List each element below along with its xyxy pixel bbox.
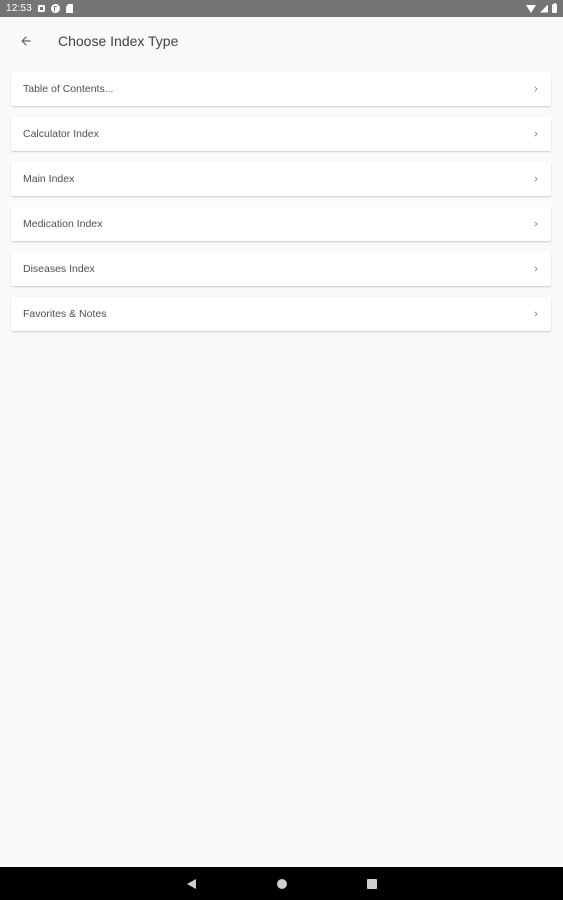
nav-home-icon <box>276 878 287 889</box>
wifi-icon <box>526 5 536 13</box>
nav-recents-icon <box>366 878 377 889</box>
list-item-label: Table of Contents... <box>23 83 114 95</box>
list-item-label: Favorites & Notes <box>23 308 107 320</box>
status-bar: 12:53 <box>0 0 563 17</box>
list-item-favorites-notes[interactable]: Favorites & Notes <box>11 297 551 331</box>
chevron-right-icon <box>531 309 541 319</box>
nav-home-button[interactable] <box>262 867 302 900</box>
chevron-right-icon <box>531 129 541 139</box>
list-item-main-index[interactable]: Main Index <box>11 162 551 196</box>
notification-square-icon <box>38 5 46 12</box>
nav-back-icon <box>187 878 196 889</box>
nav-recents-button[interactable] <box>352 867 392 900</box>
list-item-label: Medication Index <box>23 218 103 230</box>
list-item-label: Calculator Index <box>23 128 99 140</box>
status-time: 12:53 <box>6 3 33 14</box>
back-button[interactable] <box>2 17 50 65</box>
navigation-bar <box>0 867 563 900</box>
list-item-label: Diseases Index <box>23 263 95 275</box>
chevron-right-icon <box>531 174 541 184</box>
app-bar: Choose Index Type <box>0 17 563 65</box>
battery-icon <box>552 2 557 13</box>
list-item-label: Main Index <box>23 173 75 185</box>
signal-icon <box>540 4 548 13</box>
sd-card-icon <box>66 4 74 13</box>
chevron-right-icon <box>531 264 541 274</box>
list-item-table-of-contents[interactable]: Table of Contents... <box>11 72 551 106</box>
notification-circle-icon <box>51 4 61 13</box>
chevron-right-icon <box>531 219 541 229</box>
list-item-diseases-index[interactable]: Diseases Index <box>11 252 551 286</box>
list-item-medication-index[interactable]: Medication Index <box>11 207 551 241</box>
index-type-list: Table of Contents... Calculator Index Ma… <box>11 72 551 342</box>
status-bar-right <box>526 2 557 13</box>
status-bar-left: 12:53 <box>6 3 74 14</box>
page-title: Choose Index Type <box>58 33 179 49</box>
list-item-calculator-index[interactable]: Calculator Index <box>11 117 551 151</box>
chevron-right-icon <box>531 84 541 94</box>
arrow-back-icon <box>21 36 31 46</box>
nav-back-button[interactable] <box>172 867 212 900</box>
